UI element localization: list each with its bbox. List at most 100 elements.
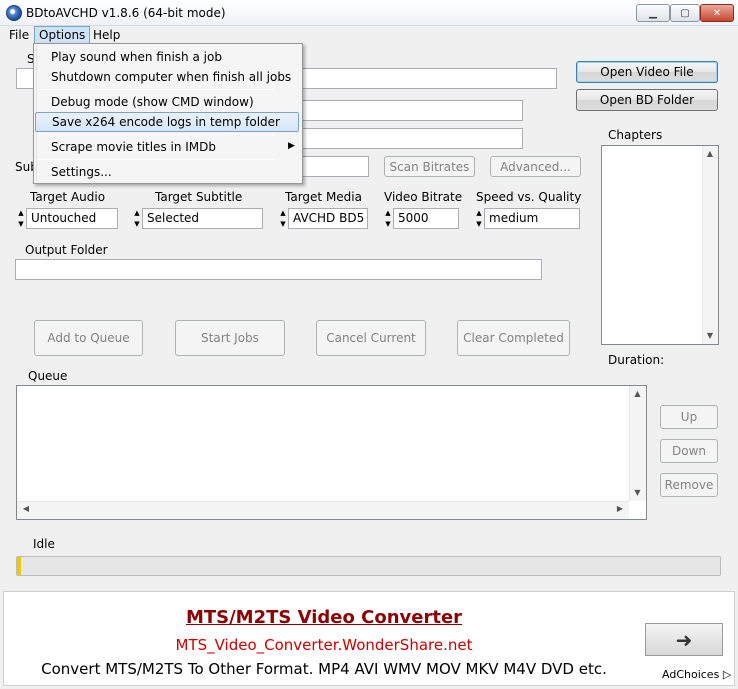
speed-quality-field[interactable]: medium	[484, 208, 580, 229]
spin-up-icon[interactable]: ▲	[134, 208, 139, 218]
output-folder-label: Output Folder	[25, 243, 108, 257]
minimize-icon: ▁	[649, 7, 657, 19]
menu-item-play-sound[interactable]: Play sound when finish a job	[35, 47, 299, 67]
scan-bitrates-button[interactable]: Scan Bitrates	[384, 156, 475, 177]
duration-label: Duration:	[608, 353, 665, 367]
open-video-file-button[interactable]: Open Video File	[576, 61, 718, 83]
app-icon	[6, 5, 22, 21]
track-field[interactable]	[290, 128, 523, 149]
menu-item-debug-mode[interactable]: Debug mode (show CMD window)	[35, 92, 299, 112]
chapters-scrollbar[interactable]	[702, 146, 718, 344]
target-media-field[interactable]: AVCHD BD5	[288, 208, 368, 229]
target-audio-field[interactable]: Untouched	[26, 208, 118, 229]
close-button[interactable]: ✕	[700, 4, 734, 22]
menu-item-label: Play sound when finish a job	[51, 50, 222, 64]
clear-completed-button[interactable]: Clear Completed	[457, 320, 570, 356]
up-label: Up	[680, 410, 698, 424]
menu-item-label: Shutdown computer when finish all jobs	[51, 70, 292, 84]
adchoices-icon: ▷	[722, 668, 732, 681]
cancel-current-button[interactable]: Cancel Current	[316, 320, 426, 356]
menu-help[interactable]: Help	[89, 26, 124, 44]
add-to-queue-button[interactable]: Add to Queue	[34, 320, 143, 356]
ad-body: Convert MTS/M2TS To Other Format. MP4 AV…	[41, 660, 607, 678]
menu-options-label: Options	[39, 28, 86, 42]
menu-item-label: Save x264 encode logs in temp folder	[52, 115, 280, 129]
menu-file-label: File	[9, 28, 30, 42]
target-audio-label: Target Audio	[30, 190, 106, 204]
queue-scroll-up-icon[interactable]: ▲	[629, 389, 646, 398]
minimize-button[interactable]: ▁	[636, 4, 670, 22]
up-button[interactable]: Up	[660, 405, 718, 429]
open-video-file-label: Open Video File	[600, 65, 694, 79]
spin-up-icon[interactable]: ▲	[385, 208, 390, 218]
remove-label: Remove	[664, 478, 714, 492]
down-label: Down	[671, 444, 706, 458]
queue-scroll-down-icon[interactable]: ▼	[629, 488, 646, 497]
menu-item-label: Debug mode (show CMD window)	[51, 95, 254, 109]
target-subtitle-field[interactable]: Selected	[142, 208, 263, 229]
queue-vertical-scrollbar[interactable]	[629, 386, 646, 501]
spin-up-icon[interactable]: ▲	[280, 208, 285, 218]
remove-button[interactable]: Remove	[660, 473, 718, 497]
spin-down-icon[interactable]: ▼	[476, 219, 481, 229]
spin-up-icon[interactable]: ▲	[476, 208, 481, 218]
spin-down-icon[interactable]: ▼	[18, 219, 23, 229]
speed-quality-spinner[interactable]: ▲ ▼	[474, 208, 484, 229]
submenu-arrow-icon: ▶	[288, 141, 295, 151]
start-jobs-button[interactable]: Start Jobs	[175, 320, 285, 356]
window-title: BDtoAVCHD v1.8.6 (64-bit mode)	[26, 6, 226, 20]
clear-completed-label: Clear Completed	[463, 331, 564, 345]
queue-scroll-right-icon[interactable]: ▶	[614, 504, 626, 513]
video-bitrate-spinner[interactable]: ▲ ▼	[383, 208, 393, 229]
output-folder-field[interactable]	[15, 259, 542, 280]
spin-down-icon[interactable]: ▼	[134, 219, 139, 229]
target-media-label: Target Media	[285, 190, 362, 204]
status-text: Idle	[33, 537, 55, 551]
menu-item-scrape-imdb[interactable]: Scrape movie titles in IMDb	[35, 137, 299, 157]
advanced-label: Advanced...	[500, 159, 571, 174]
chapters-label: Chapters	[608, 128, 663, 142]
ad-url[interactable]: MTS_Video_Converter.WonderShare.net	[0, 636, 648, 654]
queue-label: Queue	[28, 369, 68, 383]
target-media-spinner[interactable]: ▲ ▼	[278, 208, 288, 229]
menu-file[interactable]: File	[5, 26, 33, 44]
menu-item-shutdown[interactable]: Shutdown computer when finish all jobs	[35, 67, 299, 87]
menu-item-settings[interactable]: Settings...	[35, 162, 299, 182]
menu-separator	[38, 89, 274, 90]
progress-bar	[16, 556, 721, 576]
video-bitrate-field[interactable]: 5000	[393, 208, 459, 229]
close-icon: ✕	[712, 7, 722, 19]
down-button[interactable]: Down	[660, 439, 718, 463]
target-audio-spinner[interactable]: ▲ ▼	[16, 208, 26, 229]
ad-title[interactable]: MTS/M2TS Video Converter	[0, 607, 648, 628]
spin-down-icon[interactable]: ▼	[385, 219, 390, 229]
maximize-button[interactable]: ▢	[670, 4, 700, 22]
queue-list[interactable]	[16, 385, 647, 520]
start-jobs-label: Start Jobs	[201, 331, 259, 345]
title-field[interactable]	[290, 100, 523, 121]
video-bitrate-label: Video Bitrate	[384, 190, 463, 204]
scan-bitrates-label: Scan Bitrates	[389, 159, 470, 174]
spin-up-icon[interactable]: ▲	[18, 208, 23, 218]
menu-item-save-x264-logs[interactable]: Save x264 encode logs in temp folder	[35, 112, 299, 132]
add-to-queue-label: Add to Queue	[47, 331, 130, 345]
menu-options[interactable]: Options	[34, 26, 91, 44]
arrow-right-icon: ➜	[675, 627, 693, 652]
menu-separator	[38, 134, 274, 135]
scroll-up-icon[interactable]: ▲	[702, 149, 718, 158]
spin-down-icon[interactable]: ▼	[280, 219, 285, 229]
adchoices-link[interactable]: AdChoices ▷	[662, 668, 731, 681]
cancel-current-label: Cancel Current	[326, 331, 416, 345]
target-subtitle-spinner[interactable]: ▲ ▼	[132, 208, 142, 229]
open-bd-folder-button[interactable]: Open BD Folder	[576, 89, 718, 111]
open-bd-folder-label: Open BD Folder	[599, 93, 695, 107]
queue-horizontal-scrollbar[interactable]	[17, 501, 629, 519]
progress-fill	[17, 557, 21, 575]
menu-help-label: Help	[93, 28, 121, 42]
adchoices-label: AdChoices	[662, 668, 720, 681]
queue-scroll-left-icon[interactable]: ◀	[20, 504, 32, 513]
ad-go-button[interactable]: ➜	[645, 623, 723, 656]
scroll-down-icon[interactable]: ▼	[702, 331, 718, 340]
maximize-icon: ▢	[680, 7, 690, 19]
advanced-button[interactable]: Advanced...	[490, 156, 581, 177]
